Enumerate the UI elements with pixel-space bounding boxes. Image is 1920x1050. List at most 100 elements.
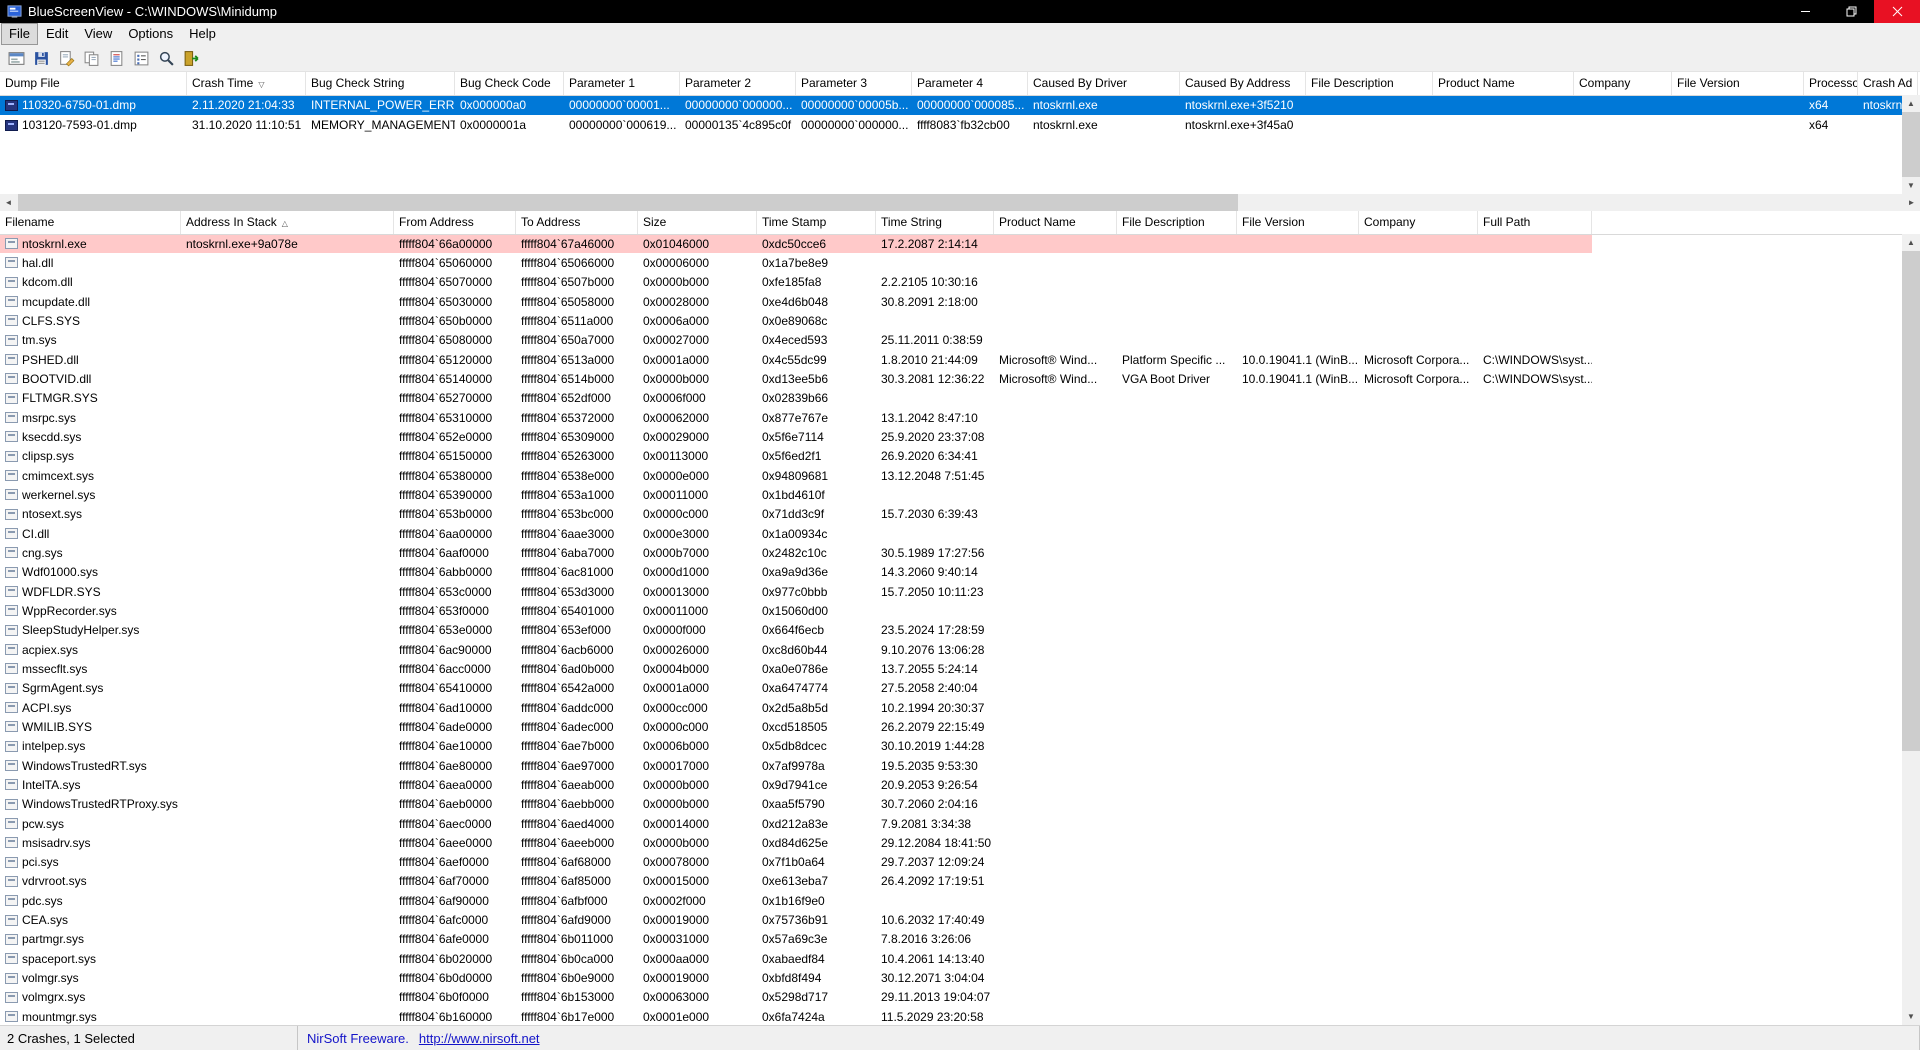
restore-button[interactable] [1828, 0, 1874, 23]
driver-row[interactable]: ACPI.sysfffff804`6ad10000fffff804`6addc0… [0, 698, 1592, 717]
driver-row[interactable]: pci.sysfffff804`6aef0000fffff804`6af6800… [0, 853, 1592, 872]
driver-row[interactable]: Wdf01000.sysfffff804`6abb0000fffff804`6a… [0, 563, 1592, 582]
column-header-company[interactable]: Company [1359, 211, 1478, 234]
column-header-time-stamp[interactable]: Time Stamp [757, 211, 876, 234]
driver-row[interactable]: mountmgr.sysfffff804`6b160000fffff804`6b… [0, 1007, 1592, 1025]
crash-row[interactable]: 103120-7593-01.dmp31.10.2020 11:10:51MEM… [0, 115, 1902, 135]
scrollbar-track[interactable] [1902, 751, 1920, 1008]
scroll-up-arrow[interactable]: ▲ [1902, 95, 1920, 112]
driver-row[interactable]: clipsp.sysfffff804`65150000fffff804`6526… [0, 447, 1592, 466]
menu-view[interactable]: View [76, 23, 120, 45]
nirsoft-url-link[interactable]: http://www.nirsoft.net [419, 1031, 540, 1046]
toolbar-button-save[interactable] [30, 47, 52, 69]
driver-row[interactable]: cng.sysfffff804`6aaf0000fffff804`6aba700… [0, 543, 1592, 562]
column-header-file-description[interactable]: File Description [1306, 72, 1433, 95]
toolbar-button-properties[interactable] [130, 47, 152, 69]
driver-row[interactable]: tm.sysfffff804`65080000fffff804`650a7000… [0, 331, 1592, 350]
scrollbar-thumb[interactable] [1902, 251, 1920, 751]
column-header-to-address[interactable]: To Address [516, 211, 638, 234]
scroll-down-arrow[interactable]: ▼ [1902, 1008, 1920, 1025]
driver-row[interactable]: pcw.sysfffff804`6aec0000fffff804`6aed400… [0, 814, 1592, 833]
column-header-dump-file[interactable]: Dump File [0, 72, 187, 95]
scroll-up-arrow[interactable]: ▲ [1902, 234, 1920, 251]
crash-row[interactable]: 110320-6750-01.dmp2.11.2020 21:04:33INTE… [0, 95, 1902, 115]
driver-row[interactable]: pdc.sysfffff804`6af90000fffff804`6afbf00… [0, 891, 1592, 910]
column-header-caused-by-address[interactable]: Caused By Address [1180, 72, 1306, 95]
driver-row[interactable]: PSHED.dllfffff804`65120000fffff804`6513a… [0, 350, 1592, 369]
column-header-product-name[interactable]: Product Name [1433, 72, 1574, 95]
app-icon[interactable] [7, 4, 22, 19]
driver-row[interactable]: spaceport.sysfffff804`6b020000fffff804`6… [0, 949, 1592, 968]
column-header-from-address[interactable]: From Address [394, 211, 516, 234]
column-header-parameter-1[interactable]: Parameter 1 [564, 72, 680, 95]
scroll-left-arrow[interactable]: ◄ [0, 194, 17, 211]
crash-list-vertical-scrollbar[interactable]: ▲ ▼ [1902, 95, 1920, 194]
driver-row[interactable]: WindowsTrustedRTProxy.sysfffff804`6aeb00… [0, 795, 1592, 814]
driver-row[interactable]: FLTMGR.SYSfffff804`65270000fffff804`652d… [0, 389, 1592, 408]
driver-row[interactable]: kdcom.dllfffff804`65070000fffff804`6507b… [0, 273, 1592, 292]
driver-row[interactable]: BOOTVID.dllfffff804`65140000fffff804`651… [0, 369, 1592, 388]
driver-row[interactable]: msrpc.sysfffff804`65310000fffff804`65372… [0, 408, 1592, 427]
driver-row[interactable]: ntosext.sysfffff804`653b0000fffff804`653… [0, 505, 1592, 524]
driver-row[interactable]: SgrmAgent.sysfffff804`65410000fffff804`6… [0, 679, 1592, 698]
driver-row[interactable]: WMILIB.SYSfffff804`6ade0000fffff804`6ade… [0, 717, 1592, 736]
scrollbar-thumb[interactable] [1902, 112, 1920, 177]
column-header-parameter-4[interactable]: Parameter 4 [912, 72, 1028, 95]
driver-row[interactable]: partmgr.sysfffff804`6afe0000fffff804`6b0… [0, 930, 1592, 949]
driver-row[interactable]: CLFS.SYSfffff804`650b0000fffff804`6511a0… [0, 311, 1592, 330]
menu-help[interactable]: Help [181, 23, 224, 45]
toolbar-button-advanced-options[interactable] [5, 47, 27, 69]
column-header-crash-time[interactable]: Crash Time▽ [187, 72, 306, 95]
column-header-parameter-2[interactable]: Parameter 2 [680, 72, 796, 95]
driver-row[interactable]: acpiex.sysfffff804`6ac90000fffff804`6acb… [0, 640, 1592, 659]
column-header-filename[interactable]: Filename [0, 211, 181, 234]
column-header-address-in-stack[interactable]: Address In Stack△ [181, 211, 394, 234]
driver-row[interactable]: volmgr.sysfffff804`6b0d0000fffff804`6b0e… [0, 968, 1592, 987]
driver-row[interactable]: mssecflt.sysfffff804`6acc0000fffff804`6a… [0, 659, 1592, 678]
driver-row[interactable]: msisadrv.sysfffff804`6aee0000fffff804`6a… [0, 833, 1592, 852]
toolbar-button-exit[interactable] [180, 47, 202, 69]
column-header-file-description[interactable]: File Description [1117, 211, 1237, 234]
toolbar-button-edit-report[interactable] [55, 47, 77, 69]
driver-row[interactable]: WDFLDR.SYSfffff804`653c0000fffff804`653d… [0, 582, 1592, 601]
driver-row[interactable]: ksecdd.sysfffff804`652e0000fffff804`6530… [0, 427, 1592, 446]
minimize-button[interactable] [1782, 0, 1828, 23]
menu-file[interactable]: File [1, 23, 38, 45]
close-button[interactable] [1874, 0, 1920, 23]
toolbar-button-html-report[interactable] [105, 47, 127, 69]
titlebar[interactable]: BlueScreenView - C:\WINDOWS\Minidump [0, 0, 1920, 23]
menu-options[interactable]: Options [120, 23, 181, 45]
column-header-bug-check-string[interactable]: Bug Check String [306, 72, 455, 95]
driver-row[interactable]: ntoskrnl.exentoskrnl.exe+9a078efffff804`… [0, 234, 1592, 253]
driver-row[interactable]: hal.dllfffff804`65060000fffff804`6506600… [0, 253, 1592, 272]
driver-row[interactable]: intelpep.sysfffff804`6ae10000fffff804`6a… [0, 737, 1592, 756]
column-header-parameter-3[interactable]: Parameter 3 [796, 72, 912, 95]
column-header-bug-check-code[interactable]: Bug Check Code [455, 72, 564, 95]
scroll-down-arrow[interactable]: ▼ [1902, 177, 1920, 194]
column-header-size[interactable]: Size [638, 211, 757, 234]
column-header-processor[interactable]: Processor [1804, 72, 1858, 95]
toolbar-button-copy[interactable] [80, 47, 102, 69]
driver-row[interactable]: WindowsTrustedRT.sysfffff804`6ae80000fff… [0, 756, 1592, 775]
column-header-product-name[interactable]: Product Name [994, 211, 1117, 234]
driver-row[interactable]: CI.dllfffff804`6aa00000fffff804`6aae3000… [0, 524, 1592, 543]
horizontal-scrollbar-thumb[interactable] [18, 194, 1238, 211]
driver-row[interactable]: WppRecorder.sysfffff804`653f0000fffff804… [0, 601, 1592, 620]
column-header-company[interactable]: Company [1574, 72, 1672, 95]
driver-row[interactable]: cmimcext.sysfffff804`65380000fffff804`65… [0, 466, 1592, 485]
driver-row[interactable]: mcupdate.dllfffff804`65030000fffff804`65… [0, 292, 1592, 311]
driver-row[interactable]: werkernel.sysfffff804`65390000fffff804`6… [0, 485, 1592, 504]
menu-edit[interactable]: Edit [38, 23, 76, 45]
column-header-full-path[interactable]: Full Path [1478, 211, 1592, 234]
driver-row[interactable]: IntelTA.sysfffff804`6aea0000fffff804`6ae… [0, 775, 1592, 794]
driver-row[interactable]: CEA.sysfffff804`6afc0000fffff804`6afd900… [0, 910, 1592, 929]
column-header-file-version[interactable]: File Version [1672, 72, 1804, 95]
toolbar-button-find[interactable] [155, 47, 177, 69]
column-header-caused-by-driver[interactable]: Caused By Driver [1028, 72, 1180, 95]
column-header-crash-ad[interactable]: Crash Ad [1858, 72, 1918, 95]
driver-list-vertical-scrollbar[interactable]: ▲ ▼ [1902, 234, 1920, 1025]
driver-row[interactable]: SleepStudyHelper.sysfffff804`653e0000fff… [0, 621, 1592, 640]
column-header-file-version[interactable]: File Version [1237, 211, 1359, 234]
driver-row[interactable]: volmgrx.sysfffff804`6b0f0000fffff804`6b1… [0, 988, 1592, 1007]
column-header-time-string[interactable]: Time String [876, 211, 994, 234]
